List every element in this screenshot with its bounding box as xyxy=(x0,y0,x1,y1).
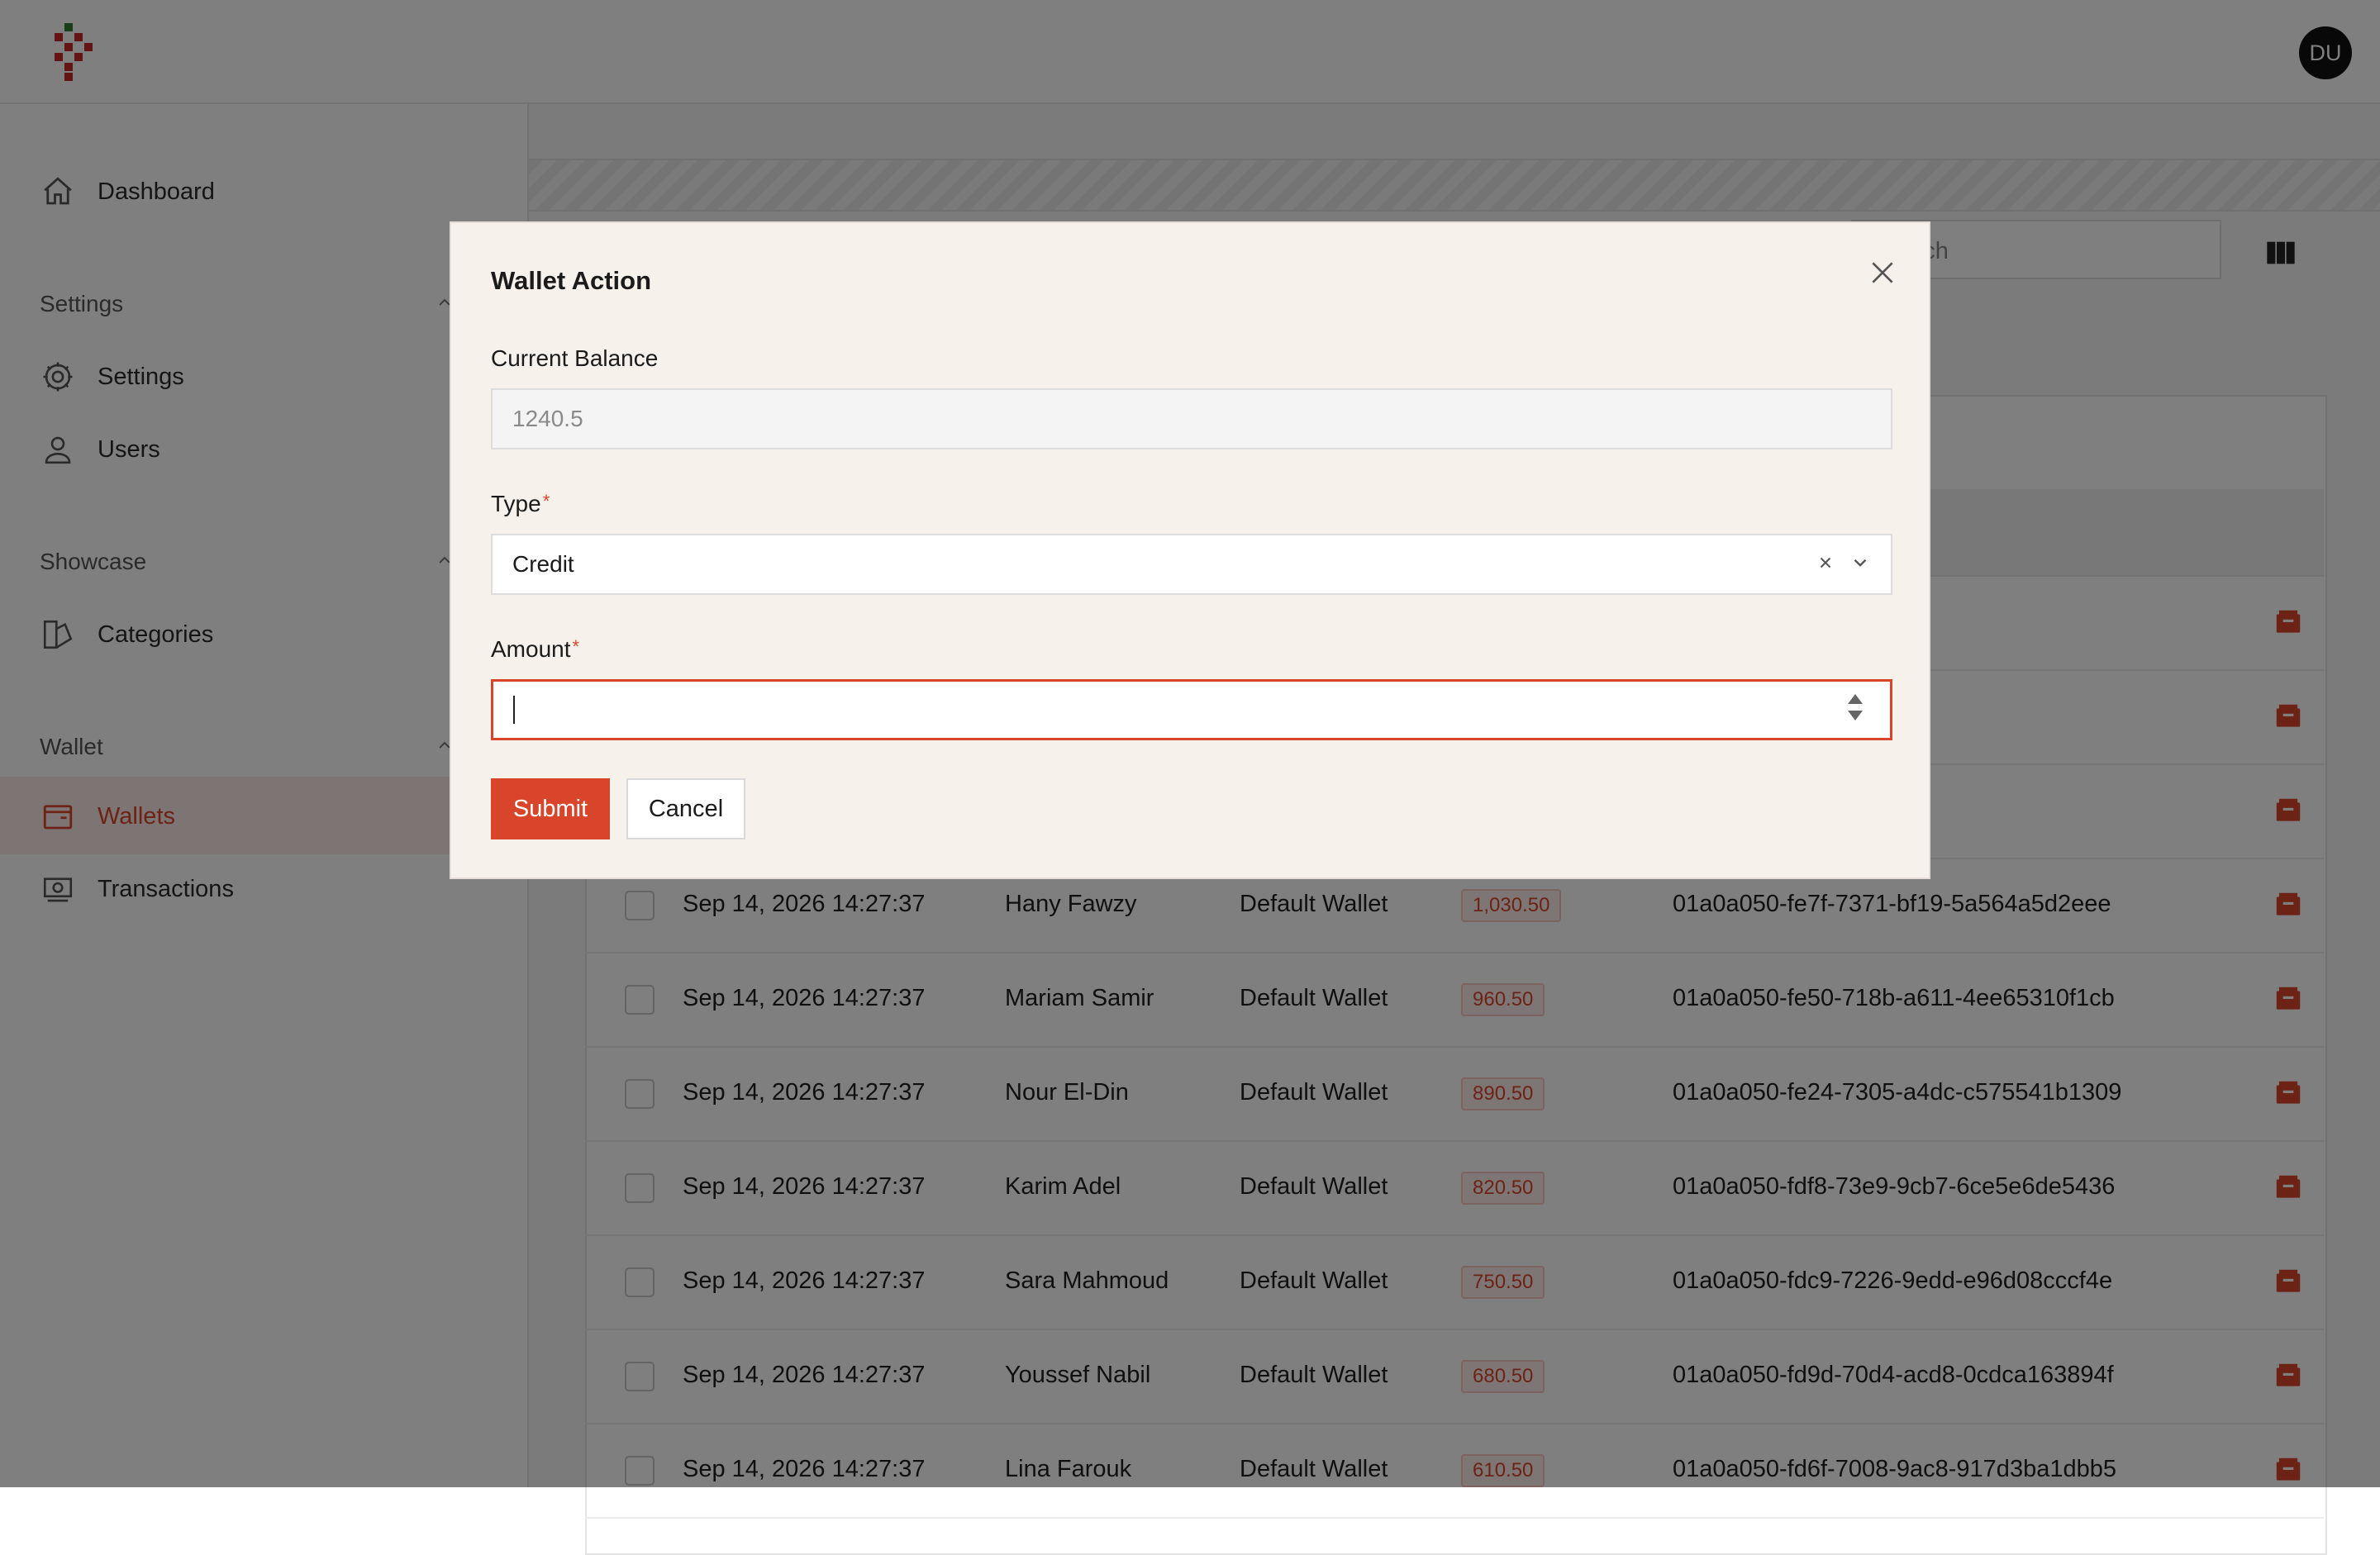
submit-button[interactable]: Submit xyxy=(491,778,610,839)
decrement-arrow-icon[interactable] xyxy=(1847,710,1864,721)
close-icon[interactable] xyxy=(1866,256,1899,289)
increment-arrow-icon[interactable] xyxy=(1847,693,1864,705)
chevron-down-icon[interactable] xyxy=(1849,552,1871,573)
clear-icon[interactable] xyxy=(1816,554,1835,572)
text-caret xyxy=(513,696,515,724)
cancel-button[interactable]: Cancel xyxy=(626,778,745,839)
current-balance-label: Current Balance xyxy=(491,345,659,371)
amount-label-text: Amount xyxy=(491,636,571,662)
type-label-text: Type xyxy=(491,491,541,516)
dialog-title: Wallet Action xyxy=(491,266,652,295)
wallet-action-dialog: Wallet Action Current Balance 1240.5 Typ… xyxy=(450,221,1930,879)
type-select[interactable]: Credit xyxy=(491,534,1892,595)
required-marker: * xyxy=(572,636,580,657)
type-selected-value: Credit xyxy=(512,551,574,577)
type-label: Type* xyxy=(491,491,550,517)
amount-input[interactable] xyxy=(491,679,1892,740)
number-stepper[interactable] xyxy=(1847,693,1864,721)
required-marker: * xyxy=(542,491,550,511)
amount-label: Amount* xyxy=(491,636,579,663)
current-balance-field: 1240.5 xyxy=(491,388,1892,449)
